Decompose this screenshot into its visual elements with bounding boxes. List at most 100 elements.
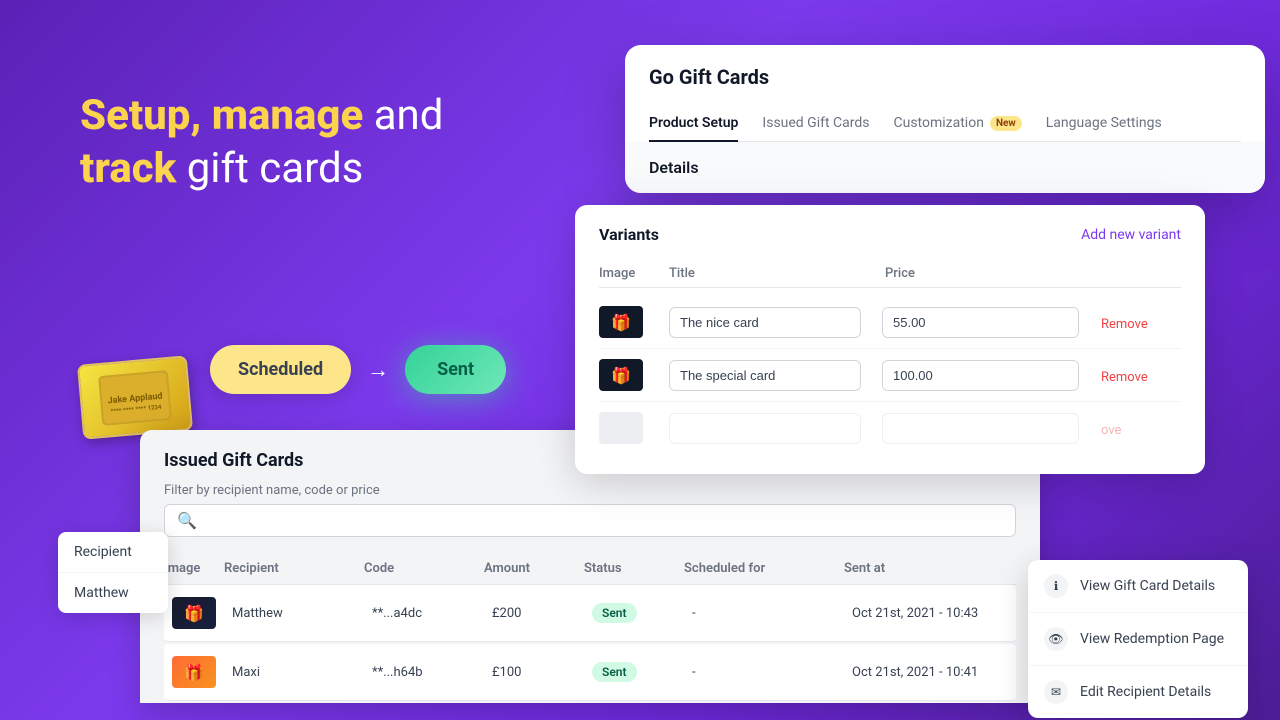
variant-price-wrap-1: ▲ ▼ bbox=[882, 307, 1079, 338]
search-input[interactable] bbox=[205, 513, 1003, 529]
td-amount-matthew: £200 bbox=[492, 606, 592, 621]
variant-title-cell-1 bbox=[669, 307, 882, 338]
td-scheduled-matthew: - bbox=[692, 606, 852, 621]
new-badge: New bbox=[990, 116, 1022, 131]
recipient-tooltip: Recipient Matthew bbox=[58, 532, 168, 613]
app-body: Details bbox=[625, 142, 1265, 193]
tabs: Product Setup Issued Gift Cards Customiz… bbox=[649, 105, 1241, 142]
variant-thumb-1: 🎁 bbox=[599, 306, 669, 338]
hero-normal-1: and bbox=[363, 91, 443, 140]
variant-price-input-3[interactable] bbox=[883, 414, 1079, 443]
variant-row-2: 🎁 ▲ ▼ Remove bbox=[599, 349, 1181, 402]
table-row-maxi: 🎁 Maxi **...h64b £100 Sent - Oct 21st, 2… bbox=[164, 644, 1016, 701]
tab-product-setup[interactable]: Product Setup bbox=[649, 105, 738, 141]
scheduled-badge: Scheduled bbox=[210, 345, 351, 394]
remove-link-1[interactable]: Remove bbox=[1101, 317, 1148, 332]
th-image: Image bbox=[164, 561, 224, 576]
app-title: Go Gift Cards bbox=[649, 65, 1241, 89]
variant-title-cell-2 bbox=[669, 360, 882, 391]
td-image-maxi: 🎁 bbox=[172, 656, 232, 688]
variant-price-cell-1: ▲ ▼ bbox=[882, 307, 1101, 338]
col-image: Image bbox=[599, 266, 669, 281]
mail-icon: ✉ bbox=[1044, 680, 1068, 704]
variant-title-input-2[interactable] bbox=[669, 360, 861, 391]
hero-text: Setup, manage and track gift cards bbox=[80, 90, 443, 195]
context-edit-recipient[interactable]: ✉ Edit Recipient Details bbox=[1028, 666, 1248, 718]
td-code-maxi: **...h64b bbox=[372, 665, 492, 680]
col-action bbox=[1101, 266, 1181, 281]
variant-row-3: ▲ ▼ ove bbox=[599, 402, 1181, 454]
remove-link-2[interactable]: Remove bbox=[1101, 370, 1148, 385]
remove-cell-1: Remove bbox=[1101, 313, 1181, 332]
context-view-redemption[interactable]: 👁 View Redemption Page bbox=[1028, 613, 1248, 666]
app-panel: Go Gift Cards Product Setup Issued Gift … bbox=[625, 45, 1265, 193]
gift-card-image: Jake Applaud **** **** **** 1234 bbox=[80, 360, 190, 435]
status-flow: Scheduled → Sent bbox=[210, 345, 506, 394]
td-image-matthew: 🎁 bbox=[172, 597, 232, 629]
variant-price-input-1[interactable] bbox=[883, 308, 1079, 337]
variants-title: Variants bbox=[599, 225, 659, 244]
arrow-icon: → bbox=[367, 357, 389, 383]
remove-cell-2: Remove bbox=[1101, 366, 1181, 385]
td-sentat-maxi: Oct 21st, 2021 - 10:41 bbox=[852, 665, 1032, 680]
td-status-matthew: Sent bbox=[592, 603, 692, 623]
variant-price-wrap-3: ▲ ▼ bbox=[882, 413, 1079, 444]
remove-link-3[interactable]: ove bbox=[1101, 423, 1121, 438]
variant-price-input-2[interactable] bbox=[883, 361, 1079, 390]
variant-price-cell-3: ▲ ▼ bbox=[882, 413, 1101, 444]
info-icon: ℹ bbox=[1044, 574, 1068, 598]
status-badge-matthew: Sent bbox=[592, 603, 637, 623]
th-status: Status bbox=[584, 561, 684, 576]
variant-row-1: 🎁 ▲ ▼ Remove bbox=[599, 296, 1181, 349]
variants-panel: Variants Add new variant Image Title Pri… bbox=[575, 205, 1205, 474]
remove-cell-3: ove bbox=[1101, 419, 1181, 438]
variant-title-input-1[interactable] bbox=[669, 307, 861, 338]
context-view-gift-card[interactable]: ℹ View Gift Card Details bbox=[1028, 560, 1248, 613]
variant-price-wrap-2: ▲ ▼ bbox=[882, 360, 1079, 391]
td-sentat-matthew: Oct 21st, 2021 - 10:43 bbox=[852, 606, 1032, 621]
status-badge-maxi: Sent bbox=[592, 662, 637, 682]
variant-thumb-2: 🎁 bbox=[599, 359, 669, 391]
add-variant-link[interactable]: Add new variant bbox=[1081, 227, 1181, 243]
td-scheduled-maxi: - bbox=[692, 665, 852, 680]
td-amount-maxi: £100 bbox=[492, 665, 592, 680]
tab-issued-gift-cards[interactable]: Issued Gift Cards bbox=[762, 105, 869, 141]
col-price: Price bbox=[885, 266, 1101, 281]
variant-title-cell-3 bbox=[669, 413, 882, 444]
variants-header: Variants Add new variant bbox=[599, 225, 1181, 244]
section-details: Details bbox=[649, 158, 1241, 177]
tab-customization[interactable]: Customization New bbox=[894, 105, 1022, 141]
hero-bold-2: track bbox=[80, 144, 176, 193]
variant-price-cell-2: ▲ ▼ bbox=[882, 360, 1101, 391]
gift-card-visual: Jake Applaud **** **** **** 1234 bbox=[77, 355, 193, 439]
context-label-3: Edit Recipient Details bbox=[1080, 684, 1211, 700]
filter-label: Filter by recipient name, code or price bbox=[164, 483, 1016, 498]
context-menu: ℹ View Gift Card Details 👁 View Redempti… bbox=[1028, 560, 1248, 718]
col-title: Title bbox=[669, 266, 885, 281]
th-code: Code bbox=[364, 561, 484, 576]
th-scheduled: Scheduled for bbox=[684, 561, 844, 576]
table-row-matthew: 🎁 Matthew **...a4dc £200 Sent - Oct 21st… bbox=[164, 585, 1016, 642]
tab-language-settings[interactable]: Language Settings bbox=[1046, 105, 1162, 141]
partial-thumb bbox=[599, 412, 643, 444]
hero-normal-2: gift cards bbox=[176, 144, 363, 193]
th-amount: Amount bbox=[484, 561, 584, 576]
hero-bold-1: Setup, manage bbox=[80, 91, 363, 140]
search-box: 🔍 bbox=[164, 504, 1016, 537]
variants-table-header: Image Title Price bbox=[599, 260, 1181, 288]
app-header: Go Gift Cards Product Setup Issued Gift … bbox=[625, 45, 1265, 142]
variant-thumb-3 bbox=[599, 412, 669, 444]
sent-badge: Sent bbox=[405, 345, 506, 394]
td-recipient-maxi: Maxi bbox=[232, 665, 372, 680]
th-recipient: Recipient bbox=[224, 561, 364, 576]
variant-title-input-3[interactable] bbox=[669, 413, 861, 444]
td-status-maxi: Sent bbox=[592, 662, 692, 682]
tooltip-row-label: Recipient bbox=[58, 532, 168, 573]
td-code-matthew: **...a4dc bbox=[372, 606, 492, 621]
eye-icon: 👁 bbox=[1044, 627, 1068, 651]
tooltip-row-value: Matthew bbox=[58, 573, 168, 613]
context-label-2: View Redemption Page bbox=[1080, 631, 1224, 647]
search-icon: 🔍 bbox=[177, 511, 197, 530]
th-sentat: Sent at bbox=[844, 561, 1024, 576]
context-label-1: View Gift Card Details bbox=[1080, 578, 1215, 594]
